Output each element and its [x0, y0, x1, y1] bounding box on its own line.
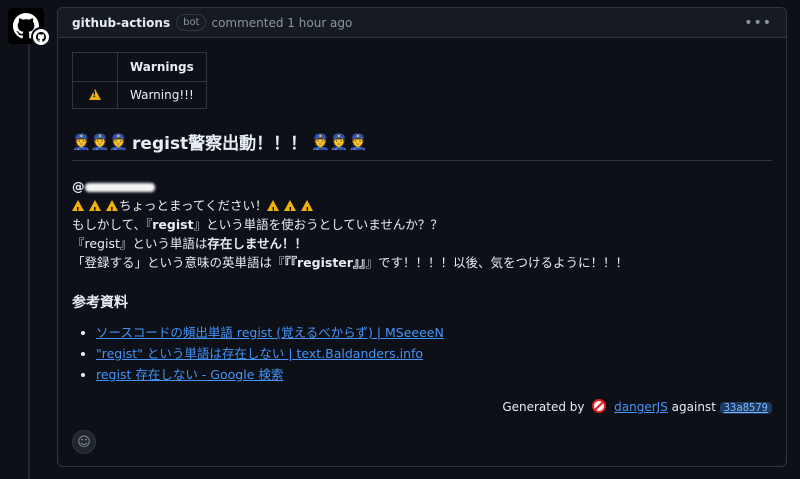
comment-header: github-actions bot commented 1 hour ago … [58, 8, 786, 38]
table-row: Warning!!! [72, 81, 207, 109]
list-item: "regist" という単語は存在しない | text.Baldanders.i… [96, 343, 772, 364]
page-heading: 👮👮👮 regist警察出動！！！ 👮👮👮 [72, 129, 772, 161]
comment-body: Warnings Warning!!! 👮👮👮 regist警察出動！！！ 👮👮… [58, 38, 786, 414]
references-heading: 参考資料 [72, 295, 128, 311]
warning-text: Warning!!! [117, 81, 207, 109]
warning-icon [105, 200, 118, 220]
police-officer-icon: 👮👮👮 [72, 132, 129, 151]
no-entry-icon [592, 399, 607, 413]
list-item: regist 存在しない - Google 検索 [96, 364, 772, 385]
comment-timestamp[interactable]: commented 1 hour ago [211, 16, 352, 30]
commit-sha-link[interactable]: 33a8579 [719, 402, 772, 414]
warning-icon [88, 89, 101, 100]
warning-icon [72, 200, 84, 220]
danger-footer: Generated by dangerJS against 33a8579 [72, 399, 772, 414]
police-officer-icon: 👮👮👮 [311, 132, 368, 151]
comment-box: github-actions bot commented 1 hour ago … [57, 7, 787, 467]
kebab-horizontal-icon[interactable]: ••• [744, 15, 772, 31]
author-link[interactable]: github-actions [72, 16, 170, 30]
table-header-empty [72, 52, 118, 82]
message-block: @ ちょっとまってください！ もしかして、『regist』という単語を使おうとし… [72, 177, 772, 272]
against-label: against [671, 400, 716, 414]
warning-icon [284, 200, 297, 220]
message-line-3: 『regist』という単語は存在しません！！ [72, 236, 308, 251]
bot-badge: bot [176, 14, 207, 31]
list-item: ソースコードの頻出単語 regist (覚えるべからず) | MSeeeeN [96, 322, 772, 343]
warnings-table: Warnings Warning!!! [72, 52, 207, 109]
warning-icon [88, 200, 101, 220]
reference-link-baldanders[interactable]: "regist" という単語は存在しない | text.Baldanders.i… [96, 346, 423, 361]
smiley-icon[interactable]: ☺ [72, 430, 96, 454]
warning-icon-cell [72, 81, 118, 109]
table-header-warnings: Warnings [117, 52, 207, 82]
message-line-4: 「登録する」という意味の英単語は『『『register』』』です！！！！以後、気… [72, 255, 628, 270]
references-list: ソースコードの頻出単語 regist (覚えるべからず) | MSeeeeN "… [72, 322, 772, 385]
reference-link-msaeeen[interactable]: ソースコードの頻出単語 regist (覚えるべからず) | MSeeeeN [96, 325, 444, 340]
dangerjs-link[interactable]: dangerJS [614, 400, 668, 414]
redacted-username [84, 183, 155, 192]
reference-link-google[interactable]: regist 存在しない - Google 検索 [96, 367, 283, 382]
warning-icon [267, 200, 280, 220]
message-line-1: ちょっとまってください！ [118, 198, 268, 213]
user-mention[interactable]: @ [72, 179, 155, 194]
actions-badge-icon [31, 27, 51, 47]
warning-icon [301, 200, 314, 220]
timeline-line [28, 42, 30, 479]
generated-by-label: Generated by [502, 400, 585, 414]
message-line-2: もしかして、『regist』という単語を使おうとしていませんか？？ [72, 217, 443, 232]
heading-text: regist警察出動！！！ [132, 134, 308, 154]
